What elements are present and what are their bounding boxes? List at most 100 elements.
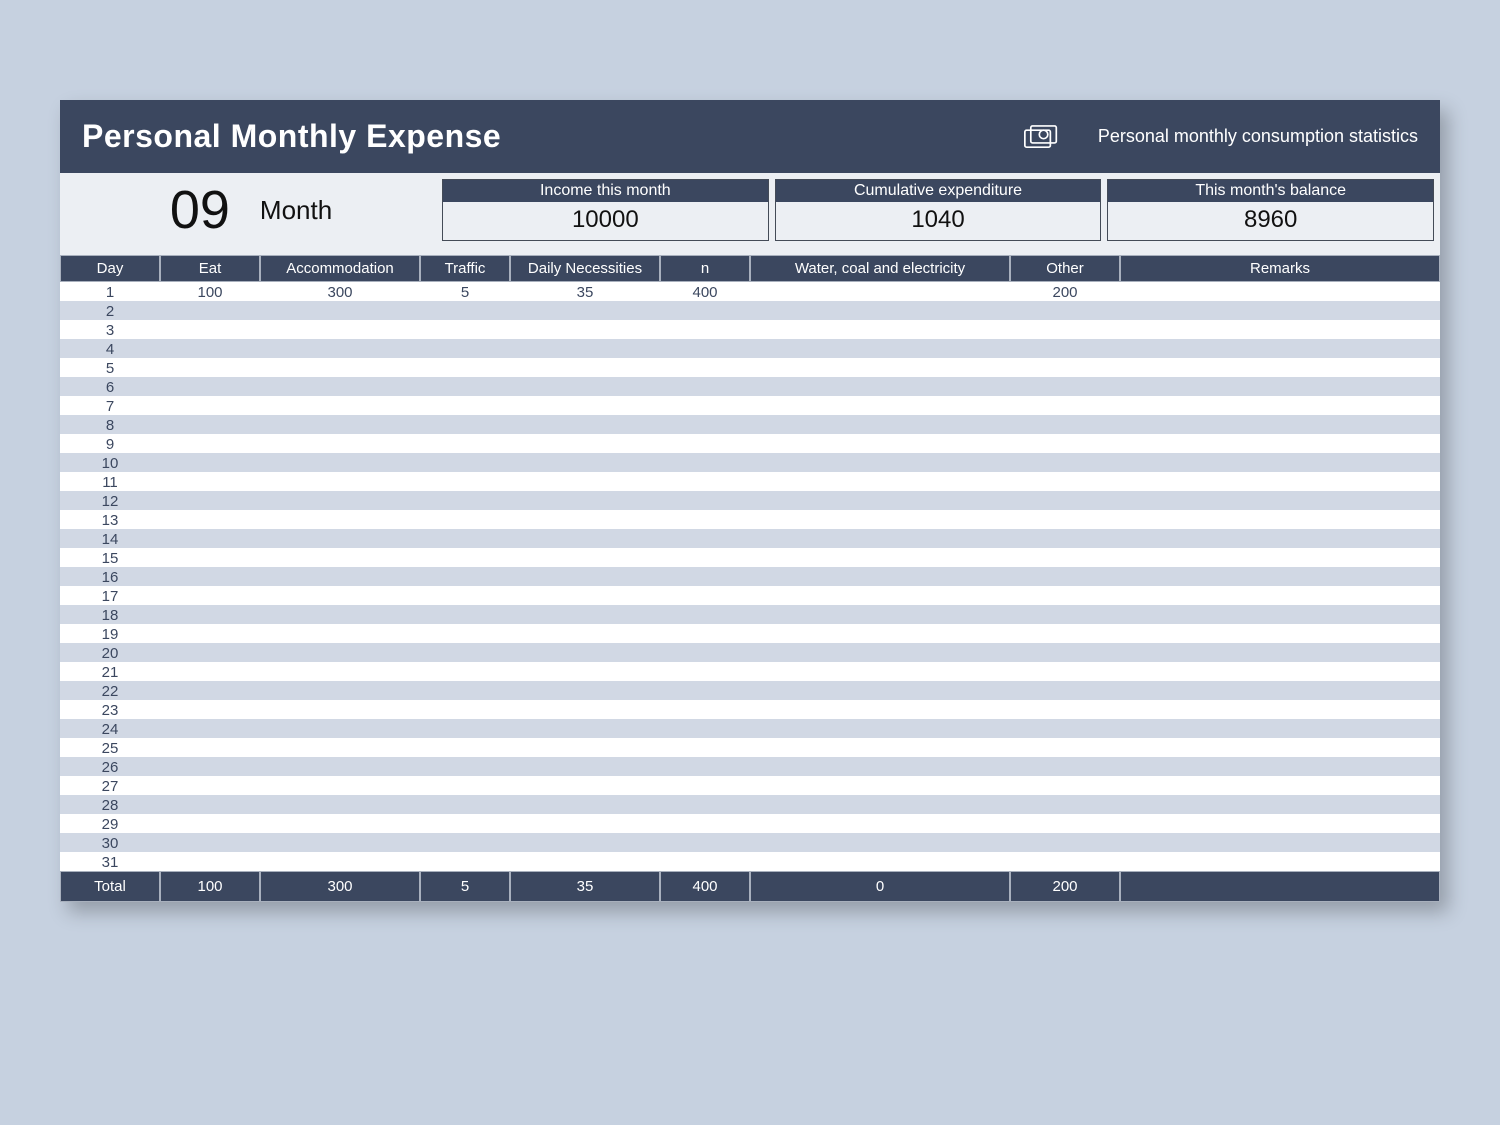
cell-rem[interactable] bbox=[1120, 852, 1440, 871]
cell-n[interactable] bbox=[660, 453, 750, 472]
cell-traf[interactable] bbox=[420, 377, 510, 396]
cell-oth[interactable] bbox=[1010, 738, 1120, 757]
cell-rem[interactable] bbox=[1120, 320, 1440, 339]
cell-acc[interactable] bbox=[260, 662, 420, 681]
cell-dn[interactable] bbox=[510, 681, 660, 700]
cell-day[interactable]: 20 bbox=[60, 643, 160, 662]
cell-oth[interactable] bbox=[1010, 586, 1120, 605]
cell-day[interactable]: 5 bbox=[60, 358, 160, 377]
cell-traf[interactable] bbox=[420, 833, 510, 852]
table-row[interactable]: 13 bbox=[60, 510, 1440, 529]
cell-wce[interactable] bbox=[750, 757, 1010, 776]
cell-traf[interactable] bbox=[420, 738, 510, 757]
cell-day[interactable]: 23 bbox=[60, 700, 160, 719]
cell-rem[interactable] bbox=[1120, 700, 1440, 719]
cell-rem[interactable] bbox=[1120, 434, 1440, 453]
cell-rem[interactable] bbox=[1120, 738, 1440, 757]
cell-n[interactable] bbox=[660, 852, 750, 871]
cell-n[interactable] bbox=[660, 301, 750, 320]
cell-dn[interactable] bbox=[510, 719, 660, 738]
cell-eat[interactable] bbox=[160, 605, 260, 624]
cell-n[interactable] bbox=[660, 491, 750, 510]
cell-wce[interactable] bbox=[750, 529, 1010, 548]
cell-acc[interactable] bbox=[260, 377, 420, 396]
cell-rem[interactable] bbox=[1120, 491, 1440, 510]
cell-eat[interactable] bbox=[160, 776, 260, 795]
cell-traf[interactable] bbox=[420, 605, 510, 624]
cell-n[interactable] bbox=[660, 377, 750, 396]
cell-n[interactable] bbox=[660, 814, 750, 833]
cell-dn[interactable] bbox=[510, 301, 660, 320]
cell-traf[interactable] bbox=[420, 700, 510, 719]
cell-acc[interactable] bbox=[260, 719, 420, 738]
table-row[interactable]: 21 bbox=[60, 662, 1440, 681]
cell-acc[interactable] bbox=[260, 320, 420, 339]
cell-acc[interactable] bbox=[260, 814, 420, 833]
cell-eat[interactable] bbox=[160, 814, 260, 833]
cell-dn[interactable] bbox=[510, 396, 660, 415]
table-row[interactable]: 1100300535400200 bbox=[60, 282, 1440, 301]
cell-oth[interactable] bbox=[1010, 339, 1120, 358]
cell-dn[interactable]: 35 bbox=[510, 282, 660, 301]
cell-oth[interactable] bbox=[1010, 396, 1120, 415]
cell-wce[interactable] bbox=[750, 567, 1010, 586]
cell-traf[interactable] bbox=[420, 795, 510, 814]
cell-wce[interactable] bbox=[750, 282, 1010, 301]
cell-eat[interactable] bbox=[160, 339, 260, 358]
cell-wce[interactable] bbox=[750, 833, 1010, 852]
cell-acc[interactable] bbox=[260, 491, 420, 510]
cell-wce[interactable] bbox=[750, 852, 1010, 871]
cell-n[interactable] bbox=[660, 339, 750, 358]
table-row[interactable]: 16 bbox=[60, 567, 1440, 586]
cell-wce[interactable] bbox=[750, 681, 1010, 700]
table-row[interactable]: 24 bbox=[60, 719, 1440, 738]
cell-day[interactable]: 22 bbox=[60, 681, 160, 700]
cell-eat[interactable] bbox=[160, 548, 260, 567]
cell-eat[interactable] bbox=[160, 320, 260, 339]
cell-wce[interactable] bbox=[750, 491, 1010, 510]
cell-traf[interactable] bbox=[420, 662, 510, 681]
cell-acc[interactable] bbox=[260, 567, 420, 586]
cell-wce[interactable] bbox=[750, 339, 1010, 358]
cell-oth[interactable] bbox=[1010, 681, 1120, 700]
cell-eat[interactable] bbox=[160, 567, 260, 586]
cell-dn[interactable] bbox=[510, 757, 660, 776]
cell-day[interactable]: 9 bbox=[60, 434, 160, 453]
cell-day[interactable]: 17 bbox=[60, 586, 160, 605]
cell-rem[interactable] bbox=[1120, 567, 1440, 586]
cell-eat[interactable] bbox=[160, 396, 260, 415]
cell-day[interactable]: 21 bbox=[60, 662, 160, 681]
table-row[interactable]: 15 bbox=[60, 548, 1440, 567]
cell-oth[interactable] bbox=[1010, 814, 1120, 833]
cell-traf[interactable] bbox=[420, 719, 510, 738]
table-row[interactable]: 12 bbox=[60, 491, 1440, 510]
cell-dn[interactable] bbox=[510, 643, 660, 662]
table-row[interactable]: 3 bbox=[60, 320, 1440, 339]
cell-oth[interactable] bbox=[1010, 643, 1120, 662]
cell-oth[interactable] bbox=[1010, 662, 1120, 681]
cell-acc[interactable] bbox=[260, 529, 420, 548]
cell-n[interactable]: 400 bbox=[660, 282, 750, 301]
cell-day[interactable]: 2 bbox=[60, 301, 160, 320]
cell-rem[interactable] bbox=[1120, 776, 1440, 795]
cell-rem[interactable] bbox=[1120, 719, 1440, 738]
cell-acc[interactable] bbox=[260, 852, 420, 871]
cell-n[interactable] bbox=[660, 795, 750, 814]
table-row[interactable]: 28 bbox=[60, 795, 1440, 814]
cell-eat[interactable] bbox=[160, 491, 260, 510]
cell-n[interactable] bbox=[660, 358, 750, 377]
cell-oth[interactable] bbox=[1010, 567, 1120, 586]
cell-wce[interactable] bbox=[750, 301, 1010, 320]
cell-eat[interactable]: 100 bbox=[160, 282, 260, 301]
cell-eat[interactable] bbox=[160, 624, 260, 643]
cell-day[interactable]: 4 bbox=[60, 339, 160, 358]
cell-day[interactable]: 18 bbox=[60, 605, 160, 624]
cell-acc[interactable] bbox=[260, 548, 420, 567]
table-row[interactable]: 2 bbox=[60, 301, 1440, 320]
cell-dn[interactable] bbox=[510, 358, 660, 377]
cell-eat[interactable] bbox=[160, 472, 260, 491]
cell-eat[interactable] bbox=[160, 738, 260, 757]
cell-eat[interactable] bbox=[160, 643, 260, 662]
cell-rem[interactable] bbox=[1120, 757, 1440, 776]
cell-oth[interactable] bbox=[1010, 453, 1120, 472]
